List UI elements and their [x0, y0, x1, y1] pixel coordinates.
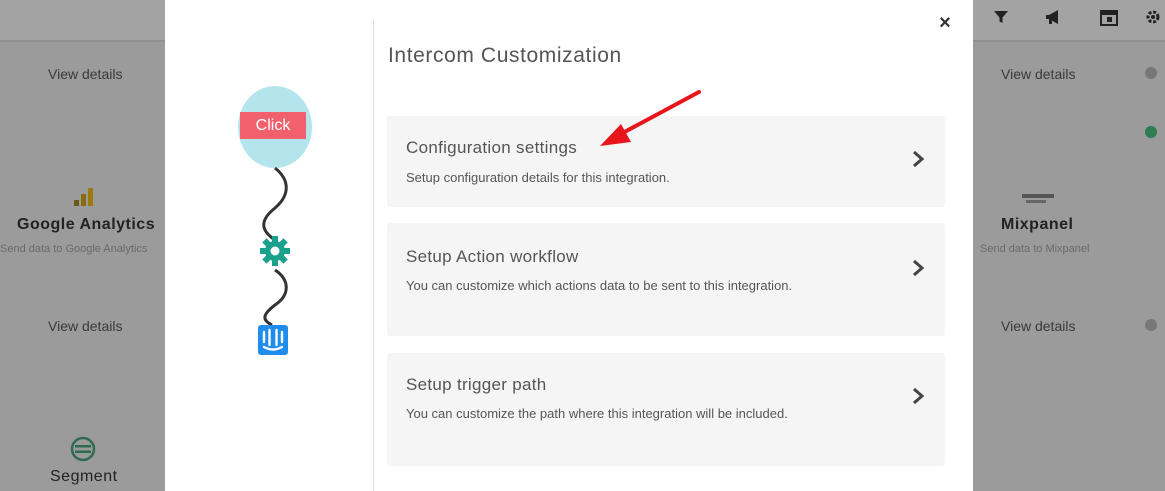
intercom-customization-modal: × Click Intercom Customization Configura…: [165, 0, 973, 491]
chevron-right-icon: [913, 387, 925, 405]
option-description: You can customize the path where this in…: [406, 406, 788, 421]
setup-action-workflow-option[interactable]: Setup Action workflow You can customize …: [387, 223, 945, 335]
card-subtitle: Send data to Google Analytics: [0, 243, 148, 255]
gear-icon: [259, 235, 291, 272]
card-subtitle: Send data to Mixpanel: [980, 243, 1090, 255]
gear-small-icon[interactable]: [1145, 67, 1157, 79]
view-details-link[interactable]: View details: [1001, 318, 1075, 334]
option-title: Configuration settings: [406, 138, 578, 157]
calendar-icon[interactable]: [1098, 6, 1120, 28]
megaphone-icon[interactable]: [1043, 6, 1065, 28]
view-details-link[interactable]: View details: [48, 318, 122, 334]
filter-icon[interactable]: [990, 6, 1012, 28]
integration-illustration: Click: [230, 80, 330, 370]
setup-trigger-path-option[interactable]: Setup trigger path You can customize the…: [387, 353, 945, 465]
view-details-link[interactable]: View details: [48, 66, 122, 82]
segment-logo-icon: [70, 436, 96, 467]
card-title: Google Analytics: [17, 216, 156, 233]
option-title: Setup Action workflow: [406, 247, 579, 266]
annotation-arrow-icon: [600, 90, 701, 146]
intercom-logo-icon: [257, 324, 289, 361]
card-title: Mixpanel: [1001, 216, 1074, 233]
mixpanel-logo-icon: [1022, 192, 1054, 211]
settings-gear-icon[interactable]: [1142, 6, 1164, 28]
option-title: Setup trigger path: [406, 375, 547, 394]
gear-small-icon[interactable]: [1145, 319, 1157, 331]
chevron-right-icon: [913, 150, 925, 168]
check-circle-icon: [1145, 126, 1157, 138]
card-title: Segment: [50, 468, 118, 485]
option-description: Setup configuration details for this int…: [406, 170, 670, 185]
close-button[interactable]: ×: [936, 13, 954, 33]
view-details-link[interactable]: View details: [1001, 66, 1075, 82]
option-description: You can customize which actions data to …: [406, 278, 793, 293]
chevron-right-icon: [913, 259, 925, 277]
vertical-divider: [373, 20, 374, 491]
google-analytics-logo-icon: [72, 186, 94, 213]
modal-title: Intercom Customization: [388, 44, 622, 67]
